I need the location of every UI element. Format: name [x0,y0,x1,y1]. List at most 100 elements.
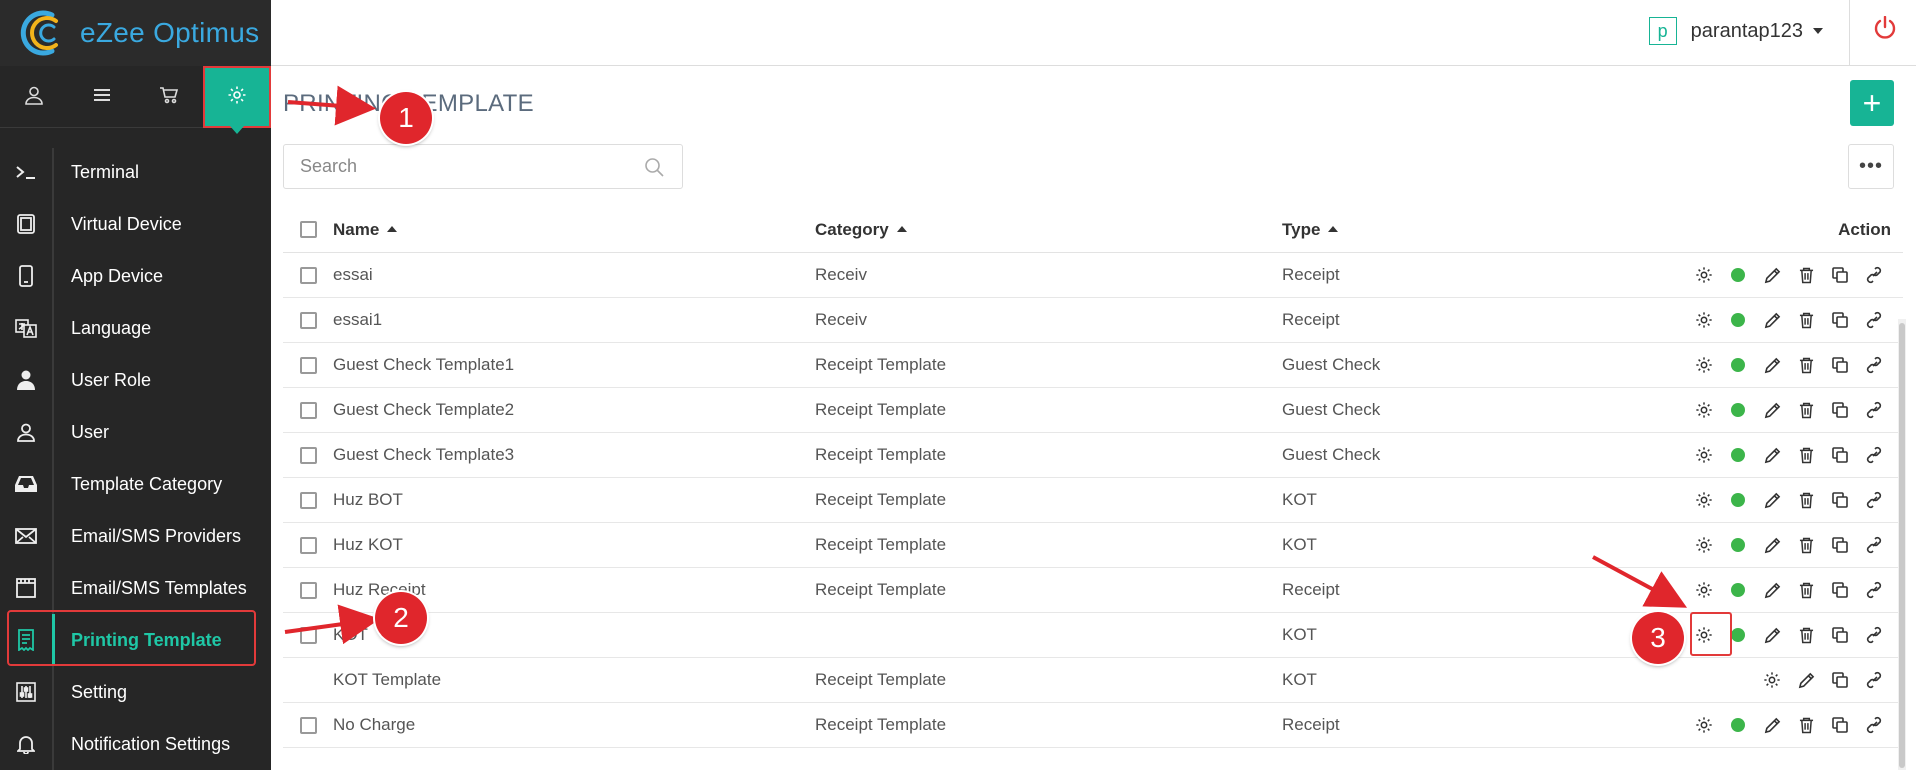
status-active-icon[interactable] [1721,488,1755,512]
nav-item-terminal[interactable]: Terminal [0,146,271,198]
status-active-icon[interactable] [1721,398,1755,422]
nav-item-notification-settings[interactable]: Notification Settings [0,718,271,770]
link-icon[interactable] [1857,353,1891,377]
edit-icon[interactable] [1755,533,1789,557]
link-icon[interactable] [1857,308,1891,332]
row-checkbox[interactable] [299,401,317,419]
link-icon[interactable] [1857,623,1891,647]
edit-icon[interactable] [1755,263,1789,287]
edit-icon[interactable] [1755,398,1789,422]
edit-icon[interactable] [1789,668,1823,692]
row-settings-icon[interactable] [1687,398,1721,422]
more-options-button[interactable]: ••• [1848,144,1894,189]
row-settings-icon[interactable] [1687,533,1721,557]
nav-item-app-device[interactable]: App Device [0,250,271,302]
nav-item-user[interactable]: User [0,406,271,458]
link-icon[interactable] [1857,443,1891,467]
table-row[interactable]: Guest Check Template3 Receipt Template Gue… [283,433,1903,478]
edit-icon[interactable] [1755,353,1789,377]
add-button[interactable]: + [1850,80,1894,126]
link-icon[interactable] [1857,533,1891,557]
row-checkbox[interactable] [299,446,317,464]
delete-icon[interactable] [1789,488,1823,512]
link-icon[interactable] [1857,668,1891,692]
status-active-icon[interactable] [1721,263,1755,287]
edit-icon[interactable] [1755,713,1789,737]
duplicate-icon[interactable] [1823,488,1857,512]
link-icon[interactable] [1857,398,1891,422]
table-row[interactable]: Huz BOT Receipt Template KOT [283,478,1903,523]
row-checkbox[interactable] [299,311,317,329]
delete-icon[interactable] [1789,353,1823,377]
row-checkbox[interactable] [299,581,317,599]
link-icon[interactable] [1857,578,1891,602]
row-settings-icon[interactable] [1687,353,1721,377]
nav-item-email-sms-templates[interactable]: Email/SMS Templates [0,562,271,614]
edit-icon[interactable] [1755,623,1789,647]
row-settings-icon[interactable] [1687,308,1721,332]
delete-icon[interactable] [1789,578,1823,602]
search-input[interactable] [284,145,624,188]
duplicate-icon[interactable] [1823,398,1857,422]
table-row[interactable]: Huz KOT Receipt Template KOT [283,523,1903,568]
duplicate-icon[interactable] [1823,713,1857,737]
table-row[interactable]: Guest Check Template2 Receipt Template Gue… [283,388,1903,433]
table-row[interactable]: Guest Check Template1 Receipt Template Gue… [283,343,1903,388]
duplicate-icon[interactable] [1823,353,1857,377]
nav-item-user-role[interactable]: User Role [0,354,271,406]
table-row[interactable]: KOT Template Receipt Template KOT [283,658,1903,703]
nav-item-email-sms-providers[interactable]: Email/SMS Providers [0,510,271,562]
row-settings-icon[interactable] [1755,668,1789,692]
duplicate-icon[interactable] [1823,533,1857,557]
delete-icon[interactable] [1789,533,1823,557]
duplicate-icon[interactable] [1823,668,1857,692]
select-all-checkbox[interactable] [299,221,317,238]
table-row[interactable]: essai1 Receiv Receipt [283,298,1903,343]
delete-icon[interactable] [1789,443,1823,467]
duplicate-icon[interactable] [1823,443,1857,467]
table-row[interactable]: Huz Receipt Receipt Template Receipt [283,568,1903,613]
row-settings-icon[interactable] [1687,488,1721,512]
logo[interactable]: eZee Optimus [0,0,271,66]
duplicate-icon[interactable] [1823,308,1857,332]
nav-item-language[interactable]: Language [0,302,271,354]
row-checkbox[interactable] [299,491,317,509]
row-settings-icon[interactable] [1687,263,1721,287]
link-icon[interactable] [1857,488,1891,512]
nav-item-template-category[interactable]: Template Category [0,458,271,510]
status-active-icon[interactable] [1721,353,1755,377]
status-active-icon[interactable] [1721,533,1755,557]
status-active-icon[interactable] [1721,443,1755,467]
row-checkbox[interactable] [299,356,317,374]
delete-icon[interactable] [1789,713,1823,737]
column-header-type[interactable]: Type [1282,220,1682,240]
status-active-icon[interactable] [1721,578,1755,602]
delete-icon[interactable] [1789,263,1823,287]
tab-user[interactable] [0,66,68,128]
row-checkbox[interactable] [299,536,317,554]
edit-icon[interactable] [1755,308,1789,332]
delete-icon[interactable] [1789,398,1823,422]
delete-icon[interactable] [1789,623,1823,647]
nav-item-setting[interactable]: Setting [0,666,271,718]
link-icon[interactable] [1857,263,1891,287]
row-checkbox[interactable] [299,626,317,644]
row-settings-icon[interactable] [1687,713,1721,737]
status-active-icon[interactable] [1721,308,1755,332]
edit-icon[interactable] [1755,488,1789,512]
duplicate-icon[interactable] [1823,263,1857,287]
status-active-icon[interactable] [1721,713,1755,737]
edit-icon[interactable] [1755,578,1789,602]
tab-settings[interactable] [203,66,272,134]
tab-cart[interactable] [136,66,204,128]
delete-icon[interactable] [1789,308,1823,332]
duplicate-icon[interactable] [1823,578,1857,602]
scrollbar-thumb[interactable] [1899,323,1905,768]
row-checkbox[interactable] [299,716,317,734]
tab-menu[interactable] [68,66,136,128]
nav-item-virtual-device[interactable]: Virtual Device [0,198,271,250]
duplicate-icon[interactable] [1823,623,1857,647]
edit-icon[interactable] [1755,443,1789,467]
search-icon[interactable] [644,157,664,182]
column-header-category[interactable]: Category [815,220,1282,240]
